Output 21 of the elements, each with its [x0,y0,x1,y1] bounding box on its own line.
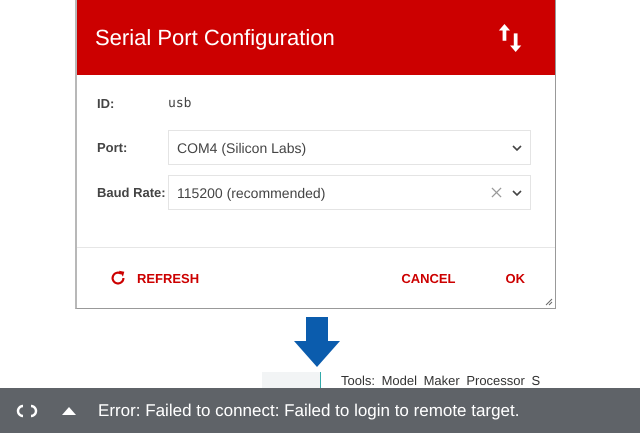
chevron-down-icon[interactable] [512,190,522,196]
refresh-icon[interactable] [109,269,127,287]
select-field[interactable]: 115200 (recommended) [168,175,531,210]
disconnected-icon[interactable] [14,402,40,418]
dialog-button[interactable]: OK [506,270,525,286]
select-field[interactable]: COM4 (Silicon Labs) [168,130,531,165]
dialog-title: Serial Port Configuration [95,24,335,50]
chevron-down-icon[interactable] [512,144,522,150]
tab-label: Tools: Model Maker Processor S [341,373,540,388]
resize-grip-icon[interactable] [545,298,553,306]
clear-icon[interactable] [491,187,502,198]
dialog-button[interactable]: CANCEL [401,270,456,286]
down-arrow-icon [294,317,340,367]
field-label: Port: [97,140,128,155]
status-message: Error: Failed to connect: Failed to login to remote target. [98,400,520,420]
caret-up-icon[interactable] [62,406,76,414]
panel-background [262,372,321,388]
field-label: ID: [97,96,116,111]
id-value: usb [168,96,192,111]
refresh-button[interactable]: REFRESH [109,269,200,287]
field-label: Baud Rate: [97,185,167,200]
